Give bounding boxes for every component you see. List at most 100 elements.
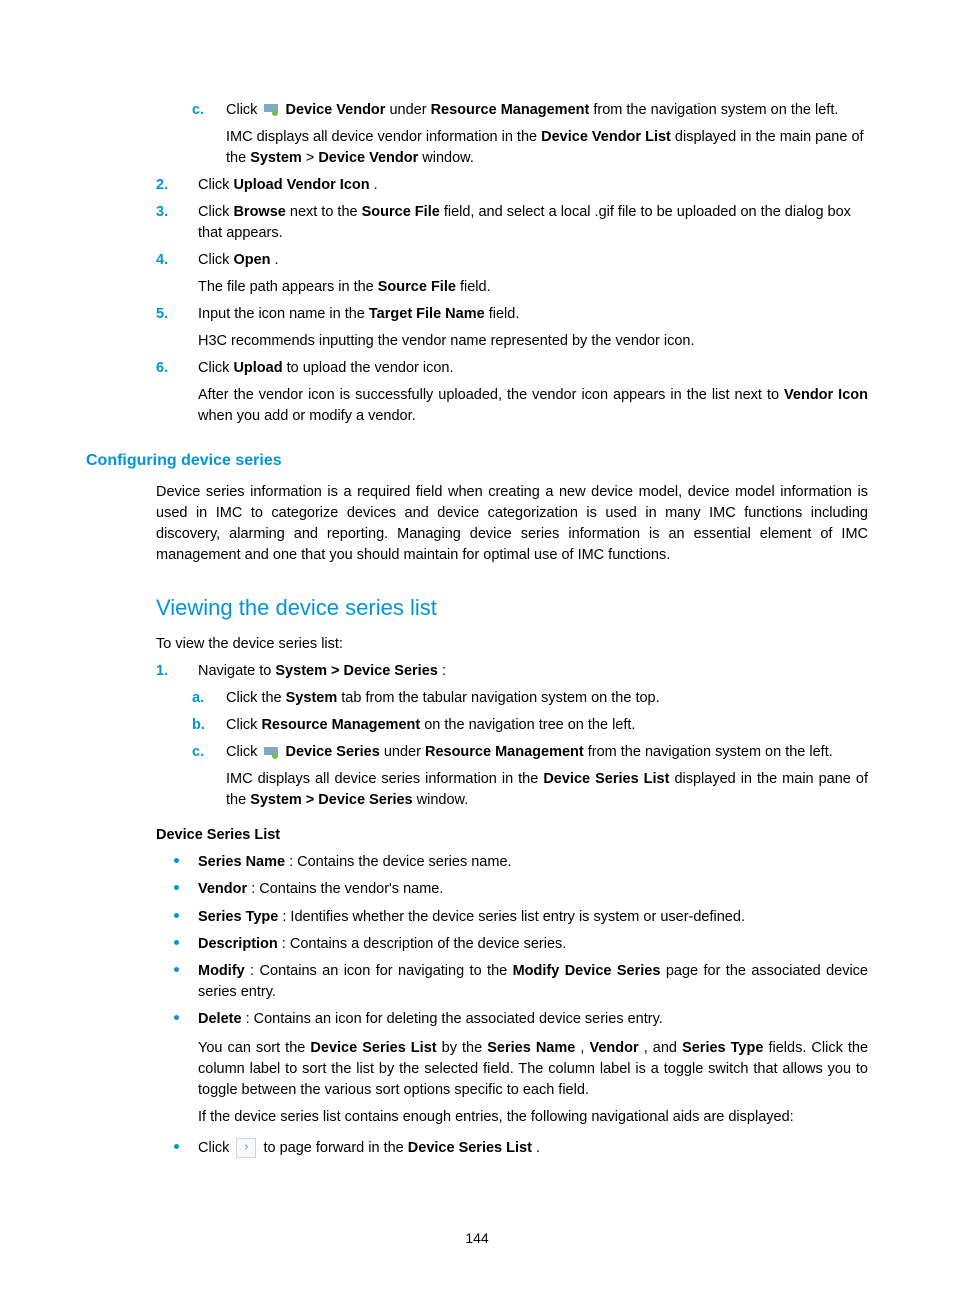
text: field. bbox=[460, 279, 491, 295]
text: window. bbox=[422, 150, 474, 166]
text: Click bbox=[198, 1140, 233, 1156]
text: Device Series List bbox=[543, 771, 669, 787]
text: System bbox=[250, 150, 302, 166]
bullet-icon bbox=[174, 1015, 179, 1020]
text: Upload Vendor Icon bbox=[233, 177, 369, 193]
num-marker: 4. bbox=[156, 250, 168, 271]
text: Series Type bbox=[682, 1040, 763, 1056]
step-4: 4. Click Open . bbox=[86, 250, 868, 271]
text: field. bbox=[489, 306, 520, 322]
text: Series Type bbox=[198, 909, 278, 925]
text: window. bbox=[417, 792, 469, 808]
text: Series Name bbox=[198, 854, 285, 870]
text: Vendor Icon bbox=[784, 387, 868, 403]
paragraph: Device series information is a required … bbox=[86, 482, 868, 566]
bullet-icon bbox=[174, 885, 179, 890]
num-marker: 2. bbox=[156, 175, 168, 196]
text: Device Series List bbox=[408, 1140, 532, 1156]
view-substep-b: b. Click Resource Management on the navi… bbox=[86, 715, 868, 736]
bullet-delete: Delete : Contains an icon for deleting t… bbox=[86, 1009, 868, 1030]
text: Click bbox=[198, 177, 233, 193]
text: IMC displays all device vendor informati… bbox=[226, 129, 541, 145]
sort-paragraph: You can sort the Device Series List by t… bbox=[86, 1038, 868, 1101]
text: : Contains a description of the device s… bbox=[282, 936, 567, 952]
text: to upload the vendor icon. bbox=[287, 360, 454, 376]
bullet-icon bbox=[174, 858, 179, 863]
text: Vendor bbox=[590, 1040, 639, 1056]
text: Resource Management bbox=[425, 744, 584, 760]
text: next to the bbox=[290, 204, 362, 220]
text: Series Name bbox=[487, 1040, 575, 1056]
text: Click the bbox=[226, 690, 286, 706]
text: Click bbox=[198, 204, 233, 220]
text: System > Device Series bbox=[250, 792, 412, 808]
num-marker: 6. bbox=[156, 358, 168, 379]
text: Resource Management bbox=[261, 717, 420, 733]
bullet-icon bbox=[174, 1144, 179, 1149]
step-2: 2. Click Upload Vendor Icon . bbox=[86, 175, 868, 196]
bullet-series-name: Series Name : Contains the device series… bbox=[86, 852, 868, 873]
heading-configuring-device-series: Configuring device series bbox=[86, 449, 868, 472]
text: Modify Device Series bbox=[513, 963, 661, 979]
bullet-description: Description : Contains a description of … bbox=[86, 934, 868, 955]
text: . bbox=[536, 1140, 540, 1156]
view-step-1: 1. Navigate to System > Device Series : bbox=[86, 661, 868, 682]
text: Modify bbox=[198, 963, 245, 979]
substep-c-followup: IMC displays all device vendor informati… bbox=[86, 127, 868, 169]
text: System > Device Series bbox=[275, 663, 437, 679]
text: Open bbox=[233, 252, 270, 268]
text: . bbox=[275, 252, 279, 268]
text: from the navigation system on the left. bbox=[588, 744, 833, 760]
device-vendor-icon bbox=[264, 104, 278, 116]
text: System bbox=[286, 690, 338, 706]
text: Click bbox=[198, 360, 233, 376]
step-5: 5. Input the icon name in the Target Fil… bbox=[86, 304, 868, 325]
text: Navigate to bbox=[198, 663, 275, 679]
text: : Identifies whether the device series l… bbox=[282, 909, 745, 925]
text: when you add or modify a vendor. bbox=[198, 408, 416, 424]
text: Input the icon name in the bbox=[198, 306, 369, 322]
letter-marker: c. bbox=[192, 742, 204, 763]
text: . bbox=[374, 177, 378, 193]
text: Click bbox=[226, 744, 261, 760]
text: Target File Name bbox=[369, 306, 485, 322]
step-6-followup: After the vendor icon is successfully up… bbox=[86, 385, 868, 427]
num-marker: 1. bbox=[156, 661, 168, 682]
page-number: 144 bbox=[0, 1228, 954, 1248]
bullet-series-type: Series Type : Identifies whether the dev… bbox=[86, 907, 868, 928]
text: under bbox=[389, 102, 430, 118]
text: , and bbox=[644, 1040, 682, 1056]
page-forward-icon: › bbox=[236, 1138, 256, 1158]
text: Click bbox=[198, 252, 233, 268]
text: You can sort the bbox=[198, 1040, 310, 1056]
device-series-icon bbox=[264, 747, 278, 759]
view-substep-c-followup: IMC displays all device series informati… bbox=[86, 769, 868, 811]
num-marker: 3. bbox=[156, 202, 168, 223]
text: , bbox=[580, 1040, 589, 1056]
bullet-page-forward: Click › to page forward in the Device Se… bbox=[86, 1138, 868, 1159]
text: IMC displays all device series informati… bbox=[226, 771, 543, 787]
text: The file path appears in the bbox=[198, 279, 378, 295]
text: Resource Management bbox=[431, 102, 590, 118]
step-5-followup: H3C recommends inputting the vendor name… bbox=[86, 331, 868, 352]
step-4-followup: The file path appears in the Source File… bbox=[86, 277, 868, 298]
text: Source File bbox=[378, 279, 456, 295]
text: H3C recommends inputting the vendor name… bbox=[198, 333, 695, 349]
letter-marker: b. bbox=[192, 715, 205, 736]
substep-c: c. Click Device Vendor under Resource Ma… bbox=[86, 100, 868, 121]
text: Device Series List bbox=[310, 1040, 436, 1056]
text: Upload bbox=[233, 360, 282, 376]
text: After the vendor icon is successfully up… bbox=[198, 387, 784, 403]
text: Click bbox=[226, 717, 261, 733]
text: by the bbox=[442, 1040, 488, 1056]
text: Description bbox=[198, 936, 278, 952]
bullet-icon bbox=[174, 940, 179, 945]
letter-marker: a. bbox=[192, 688, 204, 709]
heading-viewing-device-series-list: Viewing the device series list bbox=[86, 592, 868, 624]
text: from the navigation system on the left. bbox=[593, 102, 838, 118]
text: : Contains an icon for navigating to the bbox=[250, 963, 512, 979]
text: > bbox=[306, 150, 319, 166]
text: tab from the tabular navigation system o… bbox=[341, 690, 659, 706]
text: Source File bbox=[362, 204, 440, 220]
nav-hint-paragraph: If the device series list contains enoug… bbox=[86, 1107, 868, 1128]
